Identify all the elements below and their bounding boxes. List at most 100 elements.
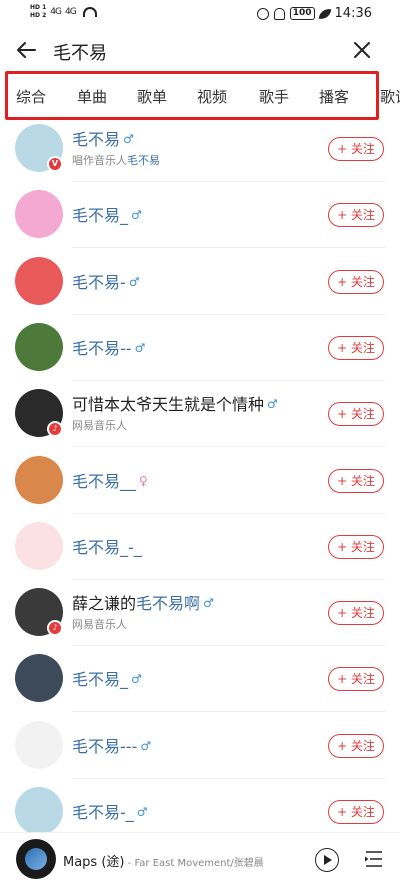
- male-icon: ♂: [131, 672, 142, 686]
- follow-button[interactable]: + 关注: [328, 137, 384, 161]
- tab-6[interactable]: 歌词: [380, 86, 400, 107]
- list-item[interactable]: 毛不易_-_ + 关注: [0, 514, 400, 580]
- user-subtitle-match: 毛不易: [127, 154, 160, 167]
- row-divider: [72, 711, 385, 712]
- list-item[interactable]: 毛不易--- ♂ + 关注: [0, 713, 400, 779]
- tab-0[interactable]: 综合: [16, 86, 46, 107]
- user-name-match: 毛不易: [72, 339, 121, 358]
- avatar[interactable]: [15, 257, 63, 305]
- male-icon: ♂: [140, 739, 152, 753]
- mini-player[interactable]: Maps (途) - Far East Movement/张碧晨: [0, 832, 400, 888]
- follow-button[interactable]: + 关注: [328, 535, 384, 559]
- male-icon: ♂: [136, 805, 148, 819]
- list-item[interactable]: 毛不易__ ♀ + 关注: [0, 448, 400, 514]
- tab-2[interactable]: 歌单: [137, 86, 167, 107]
- male-icon: ♂: [128, 275, 140, 289]
- hd2-label: HD 2: [30, 12, 47, 19]
- follow-button[interactable]: + 关注: [328, 203, 384, 227]
- follow-button[interactable]: + 关注: [328, 336, 384, 360]
- list-item[interactable]: V 毛不易 ♂ 唱作音乐人毛不易 + 关注: [0, 116, 400, 182]
- user-name-match: 毛不易: [72, 206, 121, 225]
- user-name-match: 毛不易: [136, 594, 185, 613]
- alarm-icon: [256, 7, 269, 20]
- eco-leaf-icon: [318, 6, 331, 21]
- user-name-match: 毛不易: [72, 273, 121, 292]
- user-subtitle: 网易音乐人: [72, 616, 127, 632]
- close-icon[interactable]: [350, 38, 374, 62]
- user-name[interactable]: 毛不易_ ♂: [72, 202, 142, 226]
- result-tabs: 综合 单曲 歌单 视频 歌手 播客 歌词: [0, 72, 400, 120]
- user-name-match: 毛不易: [72, 803, 121, 822]
- user-name-match: 毛不易: [72, 670, 121, 689]
- user-name[interactable]: 可惜本太爷天生就是个情种 ♂: [72, 391, 278, 415]
- male-icon: ♂: [267, 397, 278, 411]
- tab-3[interactable]: 视频: [197, 86, 227, 107]
- user-name-suffix: -_: [120, 803, 134, 822]
- status-bar: HD 1 HD 2 4G 4G 100 14:36: [0, 0, 400, 30]
- user-subtitle: 网易音乐人: [72, 417, 127, 433]
- mute-bell-icon: [273, 7, 285, 20]
- user-name-suffix: -: [120, 273, 126, 292]
- battery-indicator: 100: [289, 7, 315, 20]
- follow-button[interactable]: + 关注: [328, 270, 384, 294]
- tab-1[interactable]: 单曲: [77, 86, 107, 107]
- user-name[interactable]: 毛不易__ ♀: [72, 468, 148, 492]
- user-name-match: 毛不易: [72, 737, 121, 756]
- avatar[interactable]: [15, 456, 63, 504]
- user-name[interactable]: 毛不易--- ♂: [72, 733, 151, 757]
- male-icon: ♂: [123, 132, 134, 146]
- user-name[interactable]: 毛不易- ♂: [72, 269, 140, 293]
- list-item[interactable]: ♪ 薛之谦的毛不易啊 ♂ 网易音乐人 + 关注: [0, 580, 400, 646]
- musician-badge-icon: ♪: [47, 620, 63, 636]
- list-item[interactable]: ♪ 可惜本太爷天生就是个情种 ♂ 网易音乐人 + 关注: [0, 381, 400, 447]
- male-icon: ♂: [134, 341, 146, 355]
- musician-badge-icon: ♪: [47, 421, 63, 437]
- follow-button[interactable]: + 关注: [328, 469, 384, 493]
- album-art: [25, 848, 47, 870]
- list-item[interactable]: 毛不易_ ♂ + 关注: [0, 646, 400, 712]
- male-icon: ♂: [203, 596, 214, 610]
- avatar[interactable]: [15, 721, 63, 769]
- list-item[interactable]: 毛不易- ♂ + 关注: [0, 249, 400, 315]
- follow-button[interactable]: + 关注: [328, 402, 384, 426]
- playlist-icon[interactable]: [364, 849, 384, 869]
- signal2-label: 4G: [64, 7, 77, 17]
- user-name[interactable]: 毛不易-- ♂: [72, 335, 145, 359]
- tab-4[interactable]: 歌手: [259, 86, 289, 107]
- avatar[interactable]: [15, 522, 63, 570]
- follow-button[interactable]: + 关注: [328, 601, 384, 625]
- row-divider: [72, 247, 385, 248]
- user-name-match: 毛不易: [72, 538, 121, 557]
- avatar[interactable]: [15, 323, 63, 371]
- album-disc[interactable]: [16, 839, 56, 879]
- follow-button[interactable]: + 关注: [328, 667, 384, 691]
- user-name-prefix: 薛之谦的: [72, 594, 137, 613]
- user-name[interactable]: 毛不易_-_: [72, 534, 142, 558]
- tab-5[interactable]: 播客: [319, 86, 349, 107]
- avatar[interactable]: [15, 787, 63, 835]
- clock: 14:36: [334, 6, 372, 21]
- signal1-label: 4G: [50, 7, 62, 17]
- user-name-suffix: _-_: [120, 538, 142, 557]
- play-icon[interactable]: [315, 848, 339, 872]
- avatar[interactable]: [15, 190, 63, 238]
- back-arrow-icon[interactable]: [14, 38, 38, 62]
- follow-button[interactable]: + 关注: [328, 800, 384, 824]
- search-header: 毛不易: [0, 30, 400, 70]
- list-item[interactable]: 毛不易-- ♂ + 关注: [0, 315, 400, 381]
- avatar[interactable]: [15, 654, 63, 702]
- user-name[interactable]: 毛不易-_ ♂: [72, 799, 148, 823]
- male-icon: ♂: [131, 208, 142, 222]
- user-name[interactable]: 毛不易_ ♂: [72, 666, 142, 690]
- status-left: HD 1 HD 2 4G 4G: [30, 4, 97, 20]
- follow-button[interactable]: + 关注: [328, 734, 384, 758]
- user-name-suffix: ---: [120, 737, 138, 756]
- user-name[interactable]: 薛之谦的毛不易啊 ♂: [72, 590, 214, 614]
- search-query[interactable]: 毛不易: [53, 39, 107, 65]
- list-item[interactable]: 毛不易_ ♂ + 关注: [0, 182, 400, 248]
- user-name-suffix: --: [120, 339, 132, 358]
- user-name[interactable]: 毛不易 ♂: [72, 126, 134, 150]
- user-name-suffix: 啊: [184, 594, 201, 613]
- now-playing[interactable]: Maps (途) - Far East Movement/张碧晨: [63, 851, 264, 870]
- user-subtitle-text: 唱作音乐人: [72, 154, 127, 167]
